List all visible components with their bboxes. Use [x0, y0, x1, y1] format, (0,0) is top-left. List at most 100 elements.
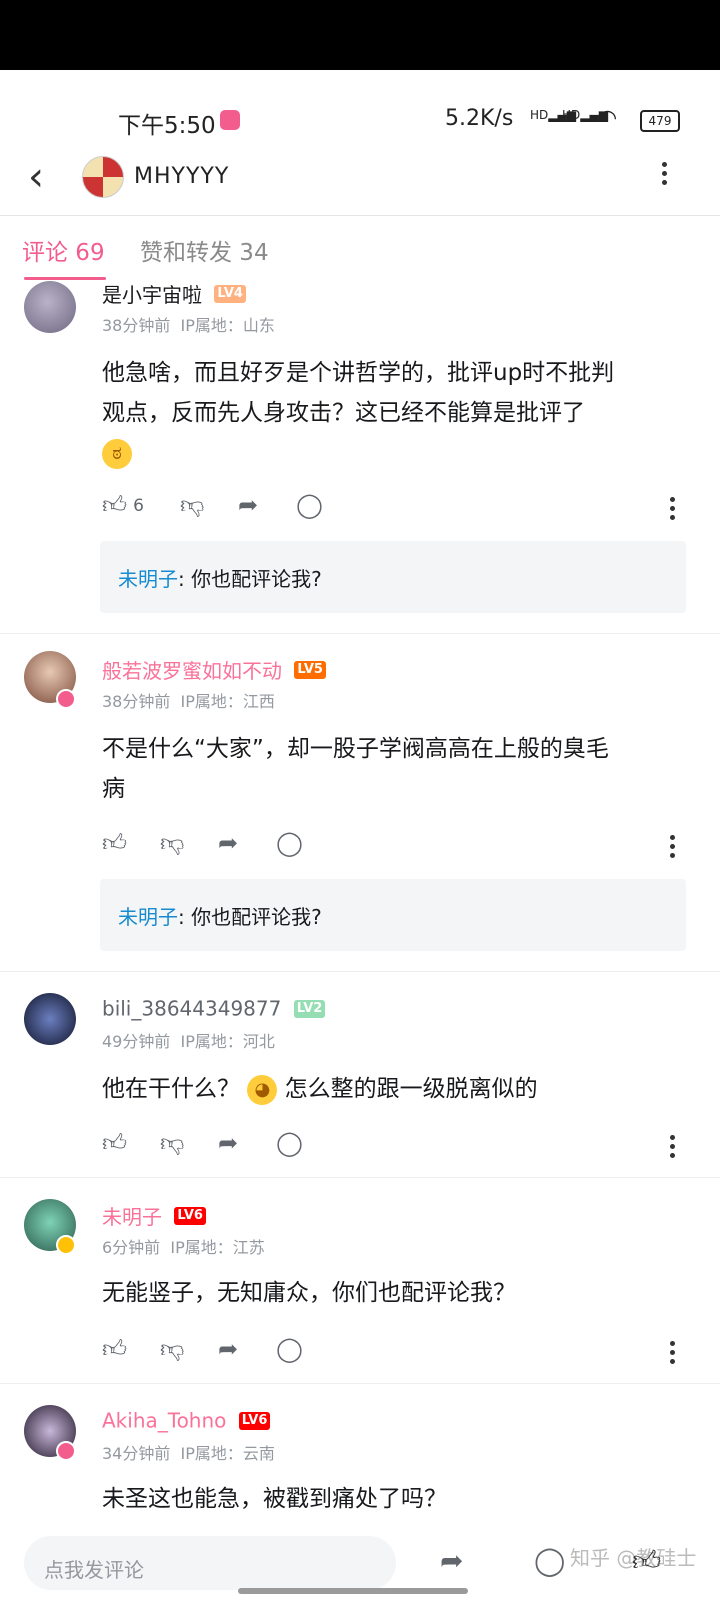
comment-text-line: 病 [102, 776, 125, 802]
like-button[interactable]: 👍︎ 6 [102, 491, 144, 520]
verified-badge-icon [56, 689, 76, 709]
reply-user[interactable]: 未明子 [118, 905, 178, 929]
commenter-name[interactable]: 未明子 [102, 1205, 162, 1229]
level-badge: LV6 [174, 1206, 206, 1225]
battery-icon: 479 [640, 110, 680, 132]
reply-user[interactable]: 未明子 [118, 567, 178, 591]
emoji-sticker-icon: ಠ [102, 438, 132, 469]
comment-text: 他在干什么？ ◕ 怎么整的跟一级脱离似的 [102, 1069, 692, 1109]
comment-meta: 38分钟前 IP属地：山东 [102, 312, 275, 336]
reply-icon[interactable]: ◯ [276, 829, 303, 857]
tab-likes-reposts[interactable]: 赞和转发 34 [140, 233, 269, 267]
more-menu-icon[interactable] [662, 158, 668, 189]
dislike-icon[interactable]: 👎︎ [160, 829, 184, 858]
comment-text: 未圣这也能急，被戳到痛处了吗？ [102, 1479, 692, 1519]
verified-badge-icon [56, 1441, 76, 1461]
comment-text: 他急啥，而且好歹是个讲哲学的，批评up时不批判 观点，反而先人身攻击？这已经不能… [102, 353, 692, 473]
like-button[interactable]: 👍︎ [102, 1335, 127, 1364]
comment-time: 6分钟前 [102, 1238, 161, 1257]
comment-ip: IP属地：江苏 [170, 1238, 265, 1257]
like-button[interactable]: 👍︎ [102, 829, 127, 858]
tab-bar: 评论 69 赞和转发 34 [0, 215, 720, 281]
reply-icon[interactable]: ◯ [276, 1335, 303, 1363]
level-badge: LV5 [294, 660, 326, 679]
commenter-name[interactable]: 是小宇宙啦 [102, 283, 202, 307]
comment-meta: 49分钟前 IP属地：河北 [102, 1028, 275, 1052]
back-arrow-icon[interactable]: ‹ [28, 154, 44, 200]
comment-text-line: 观点，反而先人身攻击？这已经不能算是批评了 [102, 400, 585, 426]
comment-text-part: 他在干什么？ [102, 1076, 240, 1102]
comment-meta: 38分钟前 IP属地：江西 [102, 688, 275, 712]
reply-preview[interactable]: 未明子: 你也配评论我? [100, 541, 686, 613]
notification-app-icon [220, 110, 240, 130]
share-icon[interactable]: ➦ [218, 1129, 238, 1157]
reply-icon[interactable]: ◯ [276, 1129, 303, 1157]
comment-item: 般若波罗蜜如如不动 LV5 38分钟前 IP属地：江西 不是什么“大家”，却一股… [0, 633, 720, 972]
comment-time: 49分钟前 [102, 1032, 171, 1051]
comment-meta: 34分钟前 IP属地：云南 [102, 1440, 275, 1464]
home-indicator[interactable] [238, 1588, 468, 1594]
active-tab-indicator [24, 277, 106, 280]
share-icon[interactable]: ➦ [218, 1335, 238, 1363]
comment-text-line: 他急啥，而且好歹是个讲哲学的，批评up时不批判 [102, 360, 615, 386]
comment-user-row: 般若波罗蜜如如不动 LV5 [102, 655, 326, 684]
comment-time: 38分钟前 [102, 316, 171, 335]
emoji-sticker-icon: ◕ [247, 1074, 278, 1105]
dislike-icon[interactable]: 👎︎ [160, 1335, 184, 1364]
header-username[interactable]: MHYYYY [134, 164, 229, 189]
comment-user-row: 未明子 LV6 [102, 1201, 206, 1230]
comment-user-row: 是小宇宙啦 LV4 [102, 279, 246, 308]
comment-text-line: 不是什么“大家”，却一股子学阀高高在上般的臭毛 [102, 736, 609, 762]
comment-user-row: Akiha_Tohno LV6 [102, 1407, 271, 1433]
commenter-name[interactable]: 般若波罗蜜如如不动 [102, 659, 282, 683]
level-badge: LV4 [214, 284, 246, 303]
nav-bar: ‹ MHYYYY [0, 140, 720, 216]
comment-more-icon[interactable] [670, 831, 675, 862]
level-badge: LV2 [293, 999, 326, 1018]
comment-time: 38分钟前 [102, 692, 171, 711]
comment-ip: IP属地：江西 [180, 692, 275, 711]
top-black-bar [0, 0, 720, 70]
comment-more-icon[interactable] [670, 493, 675, 524]
comment-item: 是小宇宙啦 LV4 38分钟前 IP属地：山东 他急啥，而且好歹是个讲哲学的，批… [0, 281, 720, 634]
reply-icon[interactable]: ◯ [296, 491, 323, 519]
comment-meta: 6分钟前 IP属地：江苏 [102, 1234, 265, 1258]
like-count: 6 [133, 496, 144, 516]
comment-more-icon[interactable] [670, 1131, 675, 1162]
commenter-avatar[interactable] [24, 281, 76, 333]
commenter-avatar[interactable] [24, 993, 76, 1045]
comment-ip: IP属地：云南 [180, 1444, 275, 1463]
reply-preview[interactable]: 未明子: 你也配评论我? [100, 879, 686, 951]
wifi-icon: ◠ [598, 106, 618, 131]
comment-text-part: 怎么整的跟一级脱离似的 [284, 1076, 538, 1102]
share-icon[interactable]: ➦ [218, 829, 238, 857]
comment-text: 无能竖子，无知庸众，你们也配评论我？ [102, 1273, 692, 1313]
comment-item: Akiha_Tohno LV6 34分钟前 IP属地：云南 未圣这也能急，被戳到… [0, 1383, 720, 1528]
dislike-icon[interactable]: 👎︎ [180, 491, 204, 520]
reply-text: : 你也配评论我? [178, 905, 322, 929]
status-time: 下午5:50 [118, 113, 216, 139]
status-bar: 下午5:50 5.2K/s HD▂▄▆ HD▂▄▆ ◠ 479 [0, 70, 720, 140]
user-avatar[interactable] [82, 156, 124, 198]
comment-text-line: 无能竖子，无知庸众，你们也配评论我？ [102, 1280, 516, 1306]
like-icon[interactable]: 👍︎ [632, 1544, 661, 1578]
level-badge: LV6 [238, 1411, 271, 1430]
comment-more-icon[interactable] [670, 1337, 675, 1368]
comment-item: bili_38644349877 LV2 49分钟前 IP属地：河北 他在干什么… [0, 971, 720, 1178]
share-icon[interactable]: ➦ [238, 491, 258, 519]
commenter-name[interactable]: Akiha_Tohno [102, 1409, 226, 1433]
comment-ip: IP属地：山东 [180, 316, 275, 335]
comment-icon[interactable]: ◯ [534, 1544, 565, 1577]
comment-item: 未明子 LV6 6分钟前 IP属地：江苏 无能竖子，无知庸众，你们也配评论我？ … [0, 1177, 720, 1384]
like-button[interactable]: 👍︎ [102, 1129, 127, 1158]
tab-comments[interactable]: 评论 69 [22, 233, 105, 267]
comment-input[interactable]: 点我发评论 [24, 1536, 396, 1590]
dislike-icon[interactable]: 👎︎ [160, 1129, 184, 1158]
reply-text: : 你也配评论我? [178, 567, 322, 591]
commenter-name[interactable]: bili_38644349877 [102, 997, 281, 1021]
comment-time: 34分钟前 [102, 1444, 171, 1463]
comment-text: 不是什么“大家”，却一股子学阀高高在上般的臭毛 病 [102, 729, 692, 809]
share-icon[interactable]: ➦ [440, 1544, 463, 1577]
comment-user-row: bili_38644349877 LV2 [102, 995, 326, 1021]
comment-input-placeholder: 点我发评论 [44, 1558, 144, 1582]
